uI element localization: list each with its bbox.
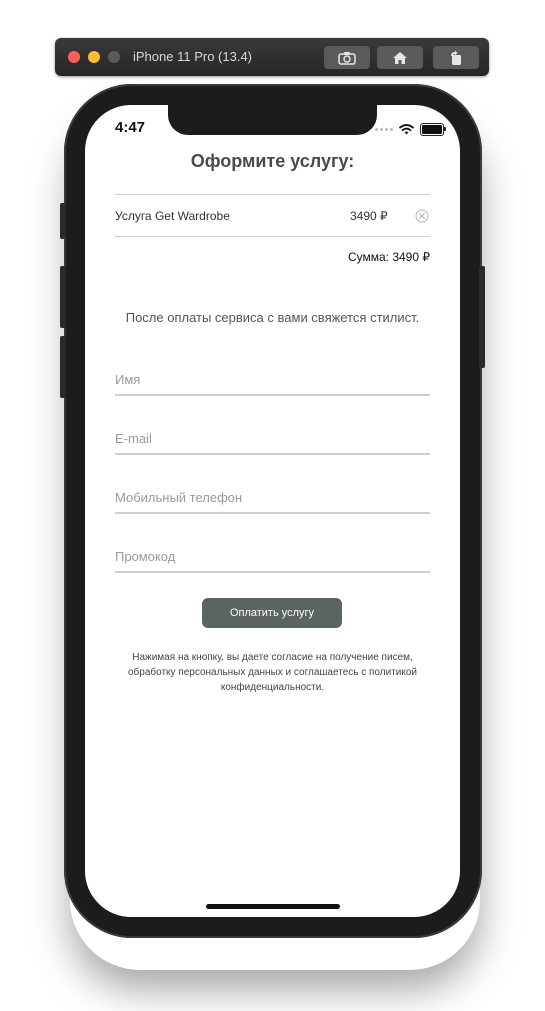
home-button[interactable] (377, 46, 423, 69)
battery-icon (420, 123, 446, 136)
home-indicator[interactable] (206, 904, 340, 909)
volume-down-button (60, 336, 66, 398)
divider-top (115, 194, 430, 195)
phone-field[interactable] (115, 482, 430, 514)
app-screen: 4:47 Оформите услугу: Услуга Get Wardrob… (85, 105, 460, 917)
notch (168, 105, 377, 135)
simulator-toolbar: iPhone 11 Pro (13.4) (55, 38, 489, 76)
rotate-icon (451, 50, 461, 65)
zoom-window-button[interactable] (108, 51, 120, 63)
info-text: После оплаты сервиса с вами свяжется сти… (125, 310, 420, 325)
divider-bottom (115, 236, 430, 237)
status-time: 4:47 (115, 119, 146, 136)
promo-code-field[interactable] (115, 541, 430, 573)
rotate-button[interactable] (433, 46, 479, 69)
name-field[interactable] (115, 364, 430, 396)
pay-button[interactable]: Оплатить услугу (202, 598, 342, 628)
service-name: Услуга Get Wardrobe (115, 209, 230, 223)
wifi-icon (399, 124, 414, 135)
volume-up-button (60, 266, 66, 328)
power-button (479, 266, 485, 368)
screenshot-button[interactable] (324, 46, 370, 69)
close-window-button[interactable] (68, 51, 80, 63)
cellular-signal-icon (375, 128, 393, 131)
service-price: 3490 ₽ (350, 209, 388, 223)
consent-text: Нажимая на кнопку, вы даете согласие на … (127, 652, 417, 693)
simulator-title: iPhone 11 Pro (13.4) (133, 49, 252, 64)
home-icon (393, 51, 407, 64)
total-sum: Сумма: 3490 ₽ (347, 250, 430, 264)
page-title: Оформите услугу: (190, 151, 355, 171)
email-field[interactable] (115, 423, 430, 455)
remove-service-icon[interactable] (415, 209, 429, 223)
mute-switch (60, 203, 66, 239)
status-indicators (375, 123, 446, 136)
screenshot-icon (338, 51, 356, 65)
minimize-window-button[interactable] (88, 51, 100, 63)
simulator-window: iPhone 11 Pro (13.4) 4:47 Оформите услуг… (0, 0, 545, 1011)
